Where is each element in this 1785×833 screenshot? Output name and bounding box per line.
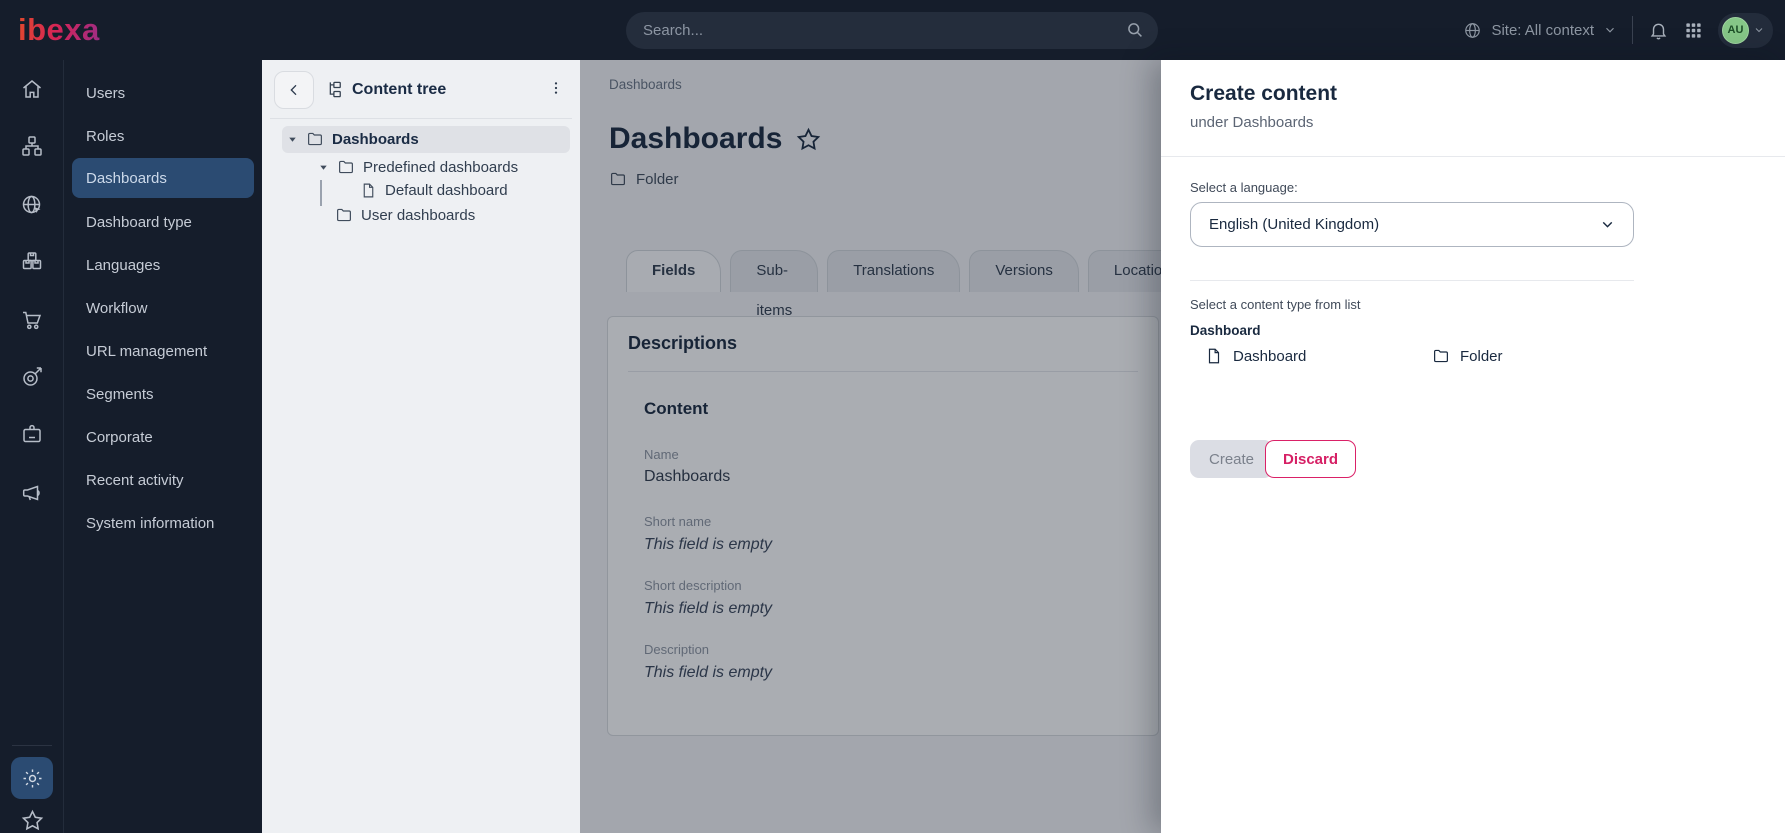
- content-tree-title: Content tree: [324, 80, 446, 99]
- search-input[interactable]: [626, 12, 1158, 49]
- tree-node-dashboards[interactable]: Dashboards: [287, 130, 419, 148]
- file-icon: [1205, 347, 1223, 365]
- search-icon[interactable]: [1125, 20, 1145, 40]
- create-content-panel: Create content under Dashboards Select a…: [1161, 60, 1785, 833]
- caret-down-icon[interactable]: [318, 162, 329, 173]
- tree-indent-guide: [320, 180, 322, 206]
- nav-item-corporate[interactable]: Corporate: [64, 416, 262, 459]
- discard-button[interactable]: Discard: [1265, 440, 1356, 478]
- tree-options-kebab-icon[interactable]: [546, 78, 566, 98]
- tree-node-user-dashboards[interactable]: User dashboards: [335, 206, 475, 224]
- user-menu[interactable]: AU: [1718, 13, 1773, 48]
- folder-icon: [306, 130, 324, 148]
- nav-item-dashboards[interactable]: Dashboards: [72, 158, 254, 198]
- rail-divider: [12, 745, 52, 746]
- create-button[interactable]: Create: [1190, 440, 1273, 478]
- admin-nav: Users Roles Dashboards Dashboard type La…: [64, 60, 262, 833]
- nav-item-dashboard-type[interactable]: Dashboard type: [64, 201, 262, 244]
- chevron-down-icon: [1753, 24, 1765, 36]
- nav-item-roles[interactable]: Roles: [64, 115, 262, 158]
- icon-rail: [0, 60, 64, 833]
- language-select-value: English (United Kingdom): [1209, 216, 1379, 233]
- folder-icon: [335, 206, 353, 224]
- panel-separator: [1161, 156, 1785, 157]
- id-card-icon[interactable]: [20, 422, 44, 446]
- content-type-option-dashboard[interactable]: Dashboard: [1205, 347, 1306, 365]
- ibexa-logo[interactable]: ibexa: [18, 12, 100, 48]
- nav-item-workflow[interactable]: Workflow: [64, 287, 262, 330]
- home-icon[interactable]: [20, 77, 44, 101]
- topbar-divider: [1632, 16, 1633, 44]
- topbar: ibexa Site: All context: [0, 0, 1785, 60]
- folder-icon: [1432, 347, 1450, 365]
- personalization-target-icon[interactable]: [20, 365, 44, 389]
- content-type-option-folder[interactable]: Folder: [1432, 347, 1503, 365]
- nav-item-users[interactable]: Users: [64, 72, 262, 115]
- collapse-tree-button[interactable]: [274, 71, 314, 109]
- panel-separator-2: [1190, 280, 1634, 281]
- language-select[interactable]: English (United Kingdom): [1190, 202, 1634, 247]
- nav-item-recent-activity[interactable]: Recent activity: [64, 459, 262, 502]
- ibexa-admin-app: ibexa Site: All context: [0, 0, 1785, 833]
- globe-icon: [1463, 21, 1482, 40]
- content-type-list-label: Select a content type from list: [1190, 297, 1361, 312]
- chevron-down-icon: [1603, 23, 1617, 37]
- web-globe-icon[interactable]: [20, 193, 44, 217]
- global-search: [626, 12, 1158, 49]
- app-grid-icon[interactable]: [1684, 21, 1703, 40]
- caret-down-icon[interactable]: [287, 134, 298, 145]
- nav-item-languages[interactable]: Languages: [64, 244, 262, 287]
- folder-icon: [337, 158, 355, 176]
- marketing-megaphone-icon[interactable]: [20, 481, 44, 505]
- notifications-bell-icon[interactable]: [1648, 20, 1669, 41]
- commerce-cart-icon[interactable]: [20, 308, 44, 332]
- content-type-group-label: Dashboard: [1190, 323, 1261, 338]
- chevron-down-icon: [1599, 216, 1616, 233]
- panel-subtitle: under Dashboards: [1190, 114, 1313, 131]
- language-label: Select a language:: [1190, 180, 1298, 195]
- modal-dim-overlay: [580, 60, 1161, 833]
- nav-item-system-information[interactable]: System information: [64, 502, 262, 545]
- tree-node-predefined-dashboards[interactable]: Predefined dashboards: [318, 158, 518, 176]
- settings-gear-icon[interactable]: [11, 757, 53, 799]
- panel-title: Create content: [1190, 82, 1337, 106]
- topbar-right-cluster: Site: All context AU: [1463, 0, 1773, 60]
- products-boxes-icon[interactable]: [20, 249, 44, 273]
- file-icon: [360, 182, 377, 199]
- favorites-star-icon[interactable]: [20, 808, 45, 833]
- avatar: AU: [1722, 17, 1749, 44]
- nav-item-url-management[interactable]: URL management: [64, 330, 262, 373]
- site-context-label: Site: All context: [1491, 22, 1594, 39]
- site-structure-icon[interactable]: [20, 134, 44, 158]
- tree-node-default-dashboard[interactable]: Default dashboard: [360, 182, 508, 199]
- main-content: Dashboards Dashboards Folder Fields Sub-…: [580, 60, 1161, 833]
- content-tree-panel: Content tree Dashboards Predefined dashb…: [262, 60, 580, 833]
- site-context-selector[interactable]: Site: All context: [1463, 21, 1617, 40]
- content-tree-icon: [324, 80, 343, 99]
- tree-separator: [270, 118, 572, 119]
- nav-item-segments[interactable]: Segments: [64, 373, 262, 416]
